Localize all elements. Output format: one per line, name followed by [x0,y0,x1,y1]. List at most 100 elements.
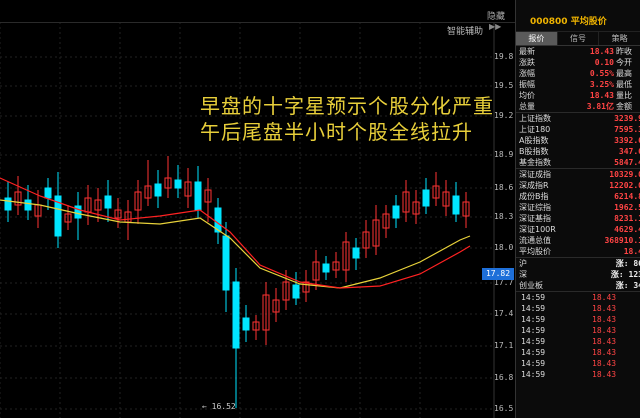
quote-value: 18.43 [589,91,614,100]
tick-row: 14:59 18.43 [516,325,640,336]
candle-body [4,197,12,211]
quote-label: 振幅 [519,80,535,89]
index-value: 347.6 [618,147,640,156]
quote-label: 涨跌 [519,58,535,67]
index-value: 10329.0 [609,170,640,179]
price-axis-label: 19.8 [494,52,514,61]
index-value: 3239.9 [614,114,640,123]
kline-chart[interactable]: 隐藏▶▶ 智能辅助 早盘的十字星预示个股分化严重 午后尾盘半小时个股全线拉升 1… [0,0,515,418]
index-row[interactable]: 上证180 7595.3 [516,124,640,135]
index-label: 深成指R [519,181,549,190]
tick-time: 14:59 [521,315,546,324]
candle-body [422,189,430,207]
index-label: 上证180 [519,125,551,134]
candle-body [242,317,250,331]
index-label: 平均股价 [519,247,551,256]
index-row[interactable]: 深证100R 4629.4 [516,224,640,235]
index-value: 涨: 34 [615,281,640,290]
tab-signal[interactable]: 信号 [558,32,600,45]
tick-price: 18.43 [592,326,617,335]
index-label: 流通总值 [519,236,551,245]
price-axis-label: 18.9 [494,150,514,159]
candle-body [174,179,182,189]
candle-body [352,247,360,259]
tick-price: 18.43 [592,315,617,324]
index-value: 5847.4 [614,158,640,167]
price-axis-label: 16.5 [494,404,514,413]
quote-value: 3.25% [589,80,614,89]
candle-body [154,183,162,197]
tick-price: 18.43 [592,370,617,379]
candle-body [24,199,32,211]
index-row[interactable]: 流通总值 368910.1 [516,235,640,246]
candle-body [292,284,300,299]
smart-assist-button[interactable]: 智能辅助 [447,24,483,37]
index-label: 深证成指 [519,170,551,179]
price-axis: 19.8 19.5 19.2 18.9 18.6 18.3 18.0 17.7 17.4 17.1… [494,0,515,418]
current-price-marker: 17.82 [482,268,514,280]
quote-label-right: 今开 [616,58,632,67]
index-row[interactable]: 成份B指 6214.8 [516,191,640,202]
tick-time: 14:59 [521,293,546,302]
tick-price: 18.43 [592,337,617,346]
price-axis-label: 17.4 [494,309,514,318]
index-row[interactable]: 创业板 涨: 34 [516,280,640,291]
quote-row: 最新 18.43 昨收 [516,46,640,57]
candle-body [322,263,330,273]
market-breadth-rows: 沪 涨: 86 深 涨: 123 创业板 涨: 34 [516,258,640,291]
index-label: 基金指数 [519,158,551,167]
quote-row: 振幅 3.25% 最低 [516,79,640,90]
index-row[interactable]: B股指数 347.6 [516,146,640,157]
index-row[interactable]: 上证指数 3239.9 [516,113,640,124]
candle-body [44,187,52,199]
price-axis-label: 18.0 [494,243,514,252]
index-row[interactable]: 深证成指 10329.0 [516,169,640,180]
quote-label: 总量 [519,102,535,111]
index-value: 4629.4 [614,225,640,234]
quote-row: 涨幅 0.55% 最高 [516,68,640,79]
candlestick-canvas[interactable] [0,0,515,418]
candle-body [74,205,82,219]
quote-panel: 000800 平均股价 报价 信号 策略 最新 18.43 昨收 涨跌 0.10 今开 涨幅… [515,0,640,418]
index-row[interactable]: A股指数 3392.6 [516,135,640,146]
tick-time: 14:59 [521,370,546,379]
quote-value: 0.55% [589,69,614,78]
tick-list[interactable]: 14:59 18.43 14:59 18.43 14:59 18.43 14:59 18.43… [516,292,640,380]
index-label: 成份B指 [519,192,549,201]
tick-row: 14:59 18.43 [516,303,640,314]
index-row[interactable]: 深 涨: 123 [516,269,640,280]
price-axis-label: 16.8 [494,373,514,382]
quote-value: 3.81亿 [586,102,614,111]
candle-body [222,235,230,291]
index-label: B股指数 [519,147,549,156]
tab-strategy[interactable]: 策略 [599,32,640,45]
tick-price: 18.43 [592,304,617,313]
tab-quote[interactable]: 报价 [516,32,558,45]
ma-line-slow [0,177,471,289]
tick-time: 14:59 [521,326,546,335]
quote-label-right: 昨收 [616,47,632,56]
panel-tabs: 报价 信号 策略 [516,32,640,46]
quote-label-right: 最低 [616,80,632,89]
index-label: 创业板 [519,281,543,290]
tick-row: 14:59 18.43 [516,369,640,380]
candle-body [392,205,400,219]
price-axis-label: 17.1 [494,341,514,350]
index-row[interactable]: 平均股价 18.4 [516,246,640,257]
index-rows: 上证指数 3239.9 上证180 7595.3 A股指数 3392.6 B股指数 347.6… [516,113,640,168]
tick-price: 18.43 [592,348,617,357]
price-axis-label: 19.2 [494,111,514,120]
candle-body [104,195,112,209]
index-row[interactable]: 深证综指 1962.5 [516,202,640,213]
quote-row: 总量 3.81亿 金额 [516,101,640,112]
index-row[interactable]: 基金指数 5847.4 [516,157,640,168]
candle-body [232,281,240,349]
index-row[interactable]: 沪 涨: 86 [516,258,640,269]
index-value: 3392.6 [614,136,640,145]
index-row[interactable]: 深证基指 8231.1 [516,213,640,224]
annotation-line-2: 午后尾盘半小时个股全线拉升 [200,120,473,144]
index-row[interactable]: 深成指R 12202.0 [516,180,640,191]
low-price-label: ← 16.52 [202,402,236,411]
tick-row: 14:59 18.43 [516,358,640,369]
index-value: 涨: 123 [610,270,640,279]
